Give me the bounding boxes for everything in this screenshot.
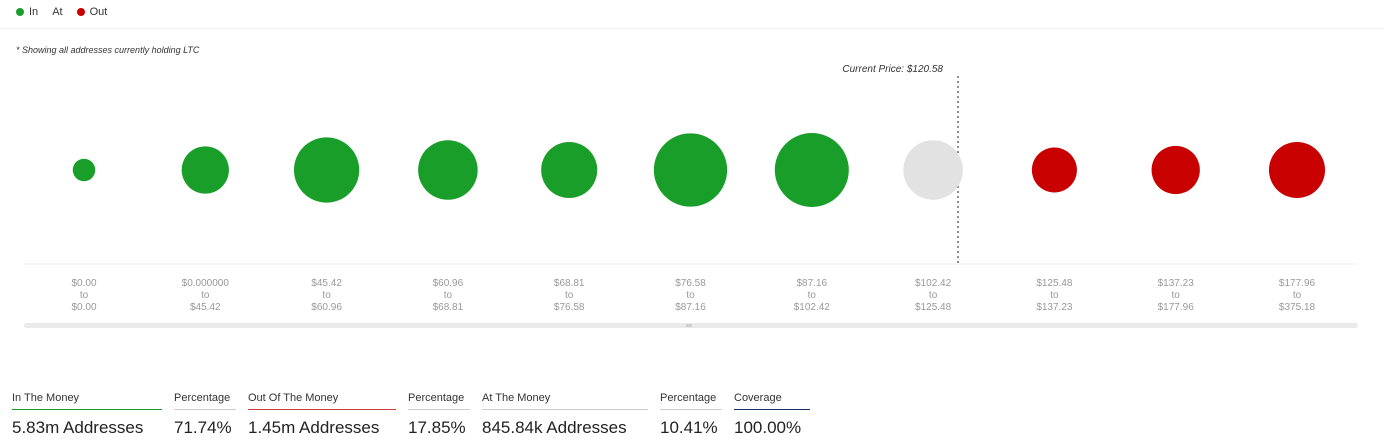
bubble-out[interactable] bbox=[1268, 141, 1326, 199]
bubble-in[interactable] bbox=[181, 146, 229, 194]
tick-label-to: to bbox=[1050, 290, 1059, 301]
bubble-in[interactable] bbox=[72, 158, 96, 182]
stat-label: Coverage bbox=[734, 392, 810, 410]
stat-value: 17.85% bbox=[408, 418, 466, 437]
tick-label-to: to bbox=[1293, 290, 1302, 301]
tick-label-to: to bbox=[201, 290, 210, 301]
tick-label-from: $102.42 bbox=[915, 278, 952, 289]
tick-label-to: to bbox=[444, 290, 453, 301]
summary-stats: In The Money 5.83m Addresses Percentage 71.… bbox=[12, 392, 822, 438]
stat-label: Percentage bbox=[408, 392, 470, 410]
tick-label-to-value: $68.81 bbox=[433, 302, 464, 313]
stat-label: Percentage bbox=[660, 392, 722, 410]
tick-label-from: $0.000000 bbox=[182, 278, 230, 289]
stat-column: Out Of The Money 1.45m Addresses bbox=[248, 392, 396, 438]
current-price-label: Current Price: $120.58 bbox=[842, 64, 943, 75]
bubble-out[interactable] bbox=[1151, 145, 1200, 195]
bubble-in[interactable] bbox=[541, 141, 598, 199]
bubble-in[interactable] bbox=[653, 133, 728, 207]
stat-label: In The Money bbox=[12, 392, 162, 410]
stat-column: Coverage 100.00% bbox=[734, 392, 810, 438]
tick-label-to: to bbox=[565, 290, 574, 301]
stat-value: 1.45m Addresses bbox=[248, 418, 380, 437]
tick-label-from: $76.58 bbox=[675, 278, 706, 289]
bubble-in[interactable] bbox=[774, 133, 849, 207]
tick-label-to-value: $0.00 bbox=[71, 302, 96, 313]
tick-label-to-value: $76.58 bbox=[554, 302, 585, 313]
stat-value: 71.74% bbox=[174, 418, 232, 437]
tick-label-to: to bbox=[929, 290, 938, 301]
tick-label-from: $87.16 bbox=[797, 278, 828, 289]
stat-label: Out Of The Money bbox=[248, 392, 396, 410]
tick-label-to-value: $125.48 bbox=[915, 302, 952, 313]
bubble-chart: Current Price: $120.58 $0.00to$0.00$0.00… bbox=[24, 64, 1358, 328]
stat-value: 10.41% bbox=[660, 418, 718, 437]
tick-label-from: $177.96 bbox=[1279, 278, 1316, 289]
tick-label-to-value: $177.96 bbox=[1158, 302, 1195, 313]
stat-column: Percentage 17.85% bbox=[408, 392, 470, 438]
tick-label-from: $68.81 bbox=[554, 278, 585, 289]
stat-label: At The Money bbox=[482, 392, 648, 410]
tick-label-to: to bbox=[322, 290, 331, 301]
tick-label-to: to bbox=[80, 290, 89, 301]
stat-column: At The Money 845.84k Addresses bbox=[482, 392, 648, 438]
bubble-in[interactable] bbox=[418, 140, 478, 200]
stat-column: Percentage 10.41% bbox=[660, 392, 722, 438]
bubble-at[interactable] bbox=[903, 140, 963, 200]
stat-value: 845.84k Addresses bbox=[482, 418, 627, 437]
stat-column: Percentage 71.74% bbox=[174, 392, 236, 438]
stat-column: In The Money 5.83m Addresses bbox=[12, 392, 162, 438]
tick-label-to-value: $45.42 bbox=[190, 302, 221, 313]
tick-label-from: $45.42 bbox=[311, 278, 342, 289]
tick-label-from: $137.23 bbox=[1158, 278, 1195, 289]
tick-label-to: to bbox=[808, 290, 817, 301]
tick-label-from: $0.00 bbox=[71, 278, 96, 289]
tick-label-to-value: $137.23 bbox=[1036, 302, 1073, 313]
stat-label: Percentage bbox=[174, 392, 236, 410]
bubble-in[interactable] bbox=[293, 137, 360, 203]
tick-label-from: $125.48 bbox=[1036, 278, 1073, 289]
tick-label-to-value: $102.42 bbox=[794, 302, 831, 313]
stat-value: 5.83m Addresses bbox=[12, 418, 144, 437]
scrollbar-grip[interactable] bbox=[686, 324, 692, 327]
tick-label-to-value: $87.16 bbox=[675, 302, 706, 313]
bubble-out[interactable] bbox=[1031, 147, 1077, 193]
tick-label-to-value: $60.96 bbox=[311, 302, 342, 313]
tick-label-to-value: $375.18 bbox=[1279, 302, 1316, 313]
tick-label-to: to bbox=[686, 290, 695, 301]
tick-label-to: to bbox=[1172, 290, 1181, 301]
tick-label-from: $60.96 bbox=[433, 278, 464, 289]
stat-value: 100.00% bbox=[734, 418, 802, 437]
